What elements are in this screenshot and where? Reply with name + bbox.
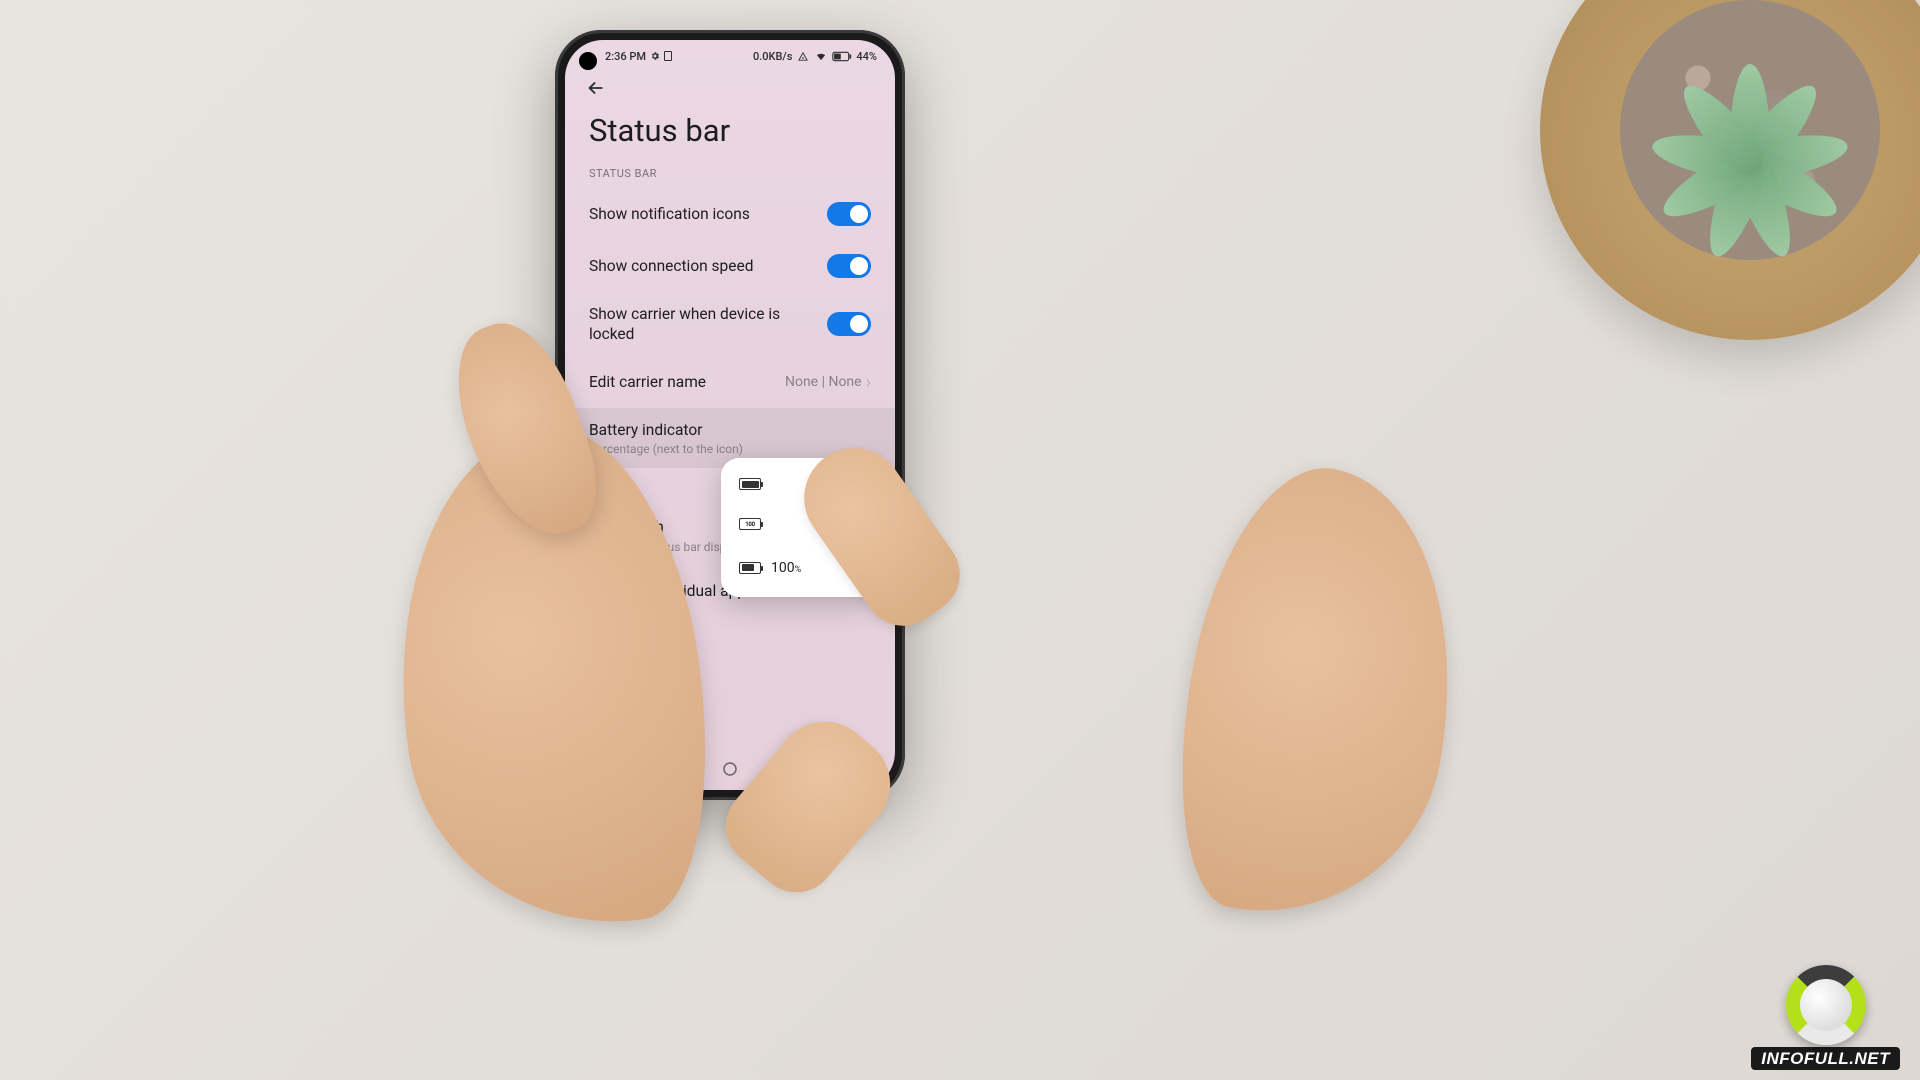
row-show-connection-speed[interactable]: Show connection speed: [565, 240, 895, 292]
card-icon: [664, 51, 672, 61]
row-title: Show notification icons: [589, 204, 750, 224]
carrier-value: None | None: [785, 374, 862, 390]
android-status-bar: 2:36 PM 0.0KB/s × 44%: [565, 40, 895, 72]
camera-punch-hole: [579, 52, 597, 70]
decorative-plant: [1540, 0, 1920, 340]
toggle-notification-icons[interactable]: [827, 202, 871, 226]
watermark-logo-icon: [1786, 965, 1866, 1045]
page-title: Status bar: [565, 108, 895, 165]
signal-icon: ×: [796, 51, 810, 62]
row-show-notification-icons[interactable]: Show notification icons: [565, 188, 895, 240]
status-time: 2:36 PM: [605, 50, 646, 63]
row-show-carrier-locked[interactable]: Show carrier when device is locked: [565, 292, 895, 356]
row-title: Battery indicator: [589, 420, 743, 440]
status-data-rate: 0.0KB/s: [753, 50, 792, 63]
arrow-left-icon: [585, 77, 607, 99]
right-hand: [1153, 451, 1487, 939]
battery-half-icon: [739, 562, 761, 574]
circle-icon: [723, 762, 737, 776]
section-statusbar-label: STATUS BAR: [565, 165, 895, 188]
row-edit-carrier-name[interactable]: Edit carrier name None | None ›: [565, 356, 895, 408]
wifi-icon: [814, 51, 828, 62]
row-title: Edit carrier name: [589, 372, 706, 392]
row-title: Show connection speed: [589, 256, 753, 276]
row-title: Show carrier when device is locked: [589, 304, 789, 344]
watermark-text: INFOFULL.NET: [1751, 1047, 1900, 1070]
gear-icon: [650, 51, 660, 61]
toggle-connection-speed[interactable]: [827, 254, 871, 278]
battery-graphic-icon: [739, 478, 761, 490]
back-button[interactable]: [585, 77, 607, 103]
nav-home-button[interactable]: [723, 761, 737, 780]
battery-percentage-inside-icon: 100: [739, 518, 761, 530]
chevron-right-icon: ›: [866, 372, 871, 393]
watermark: INFOFULL.NET: [1751, 965, 1900, 1070]
status-battery-pct: 44%: [856, 50, 877, 63]
popup-option-label: 100%: [771, 560, 801, 576]
toggle-carrier-locked[interactable]: [827, 312, 871, 336]
row-subtitle: Percentage (next to the icon): [589, 442, 743, 456]
battery-icon: [832, 51, 852, 62]
